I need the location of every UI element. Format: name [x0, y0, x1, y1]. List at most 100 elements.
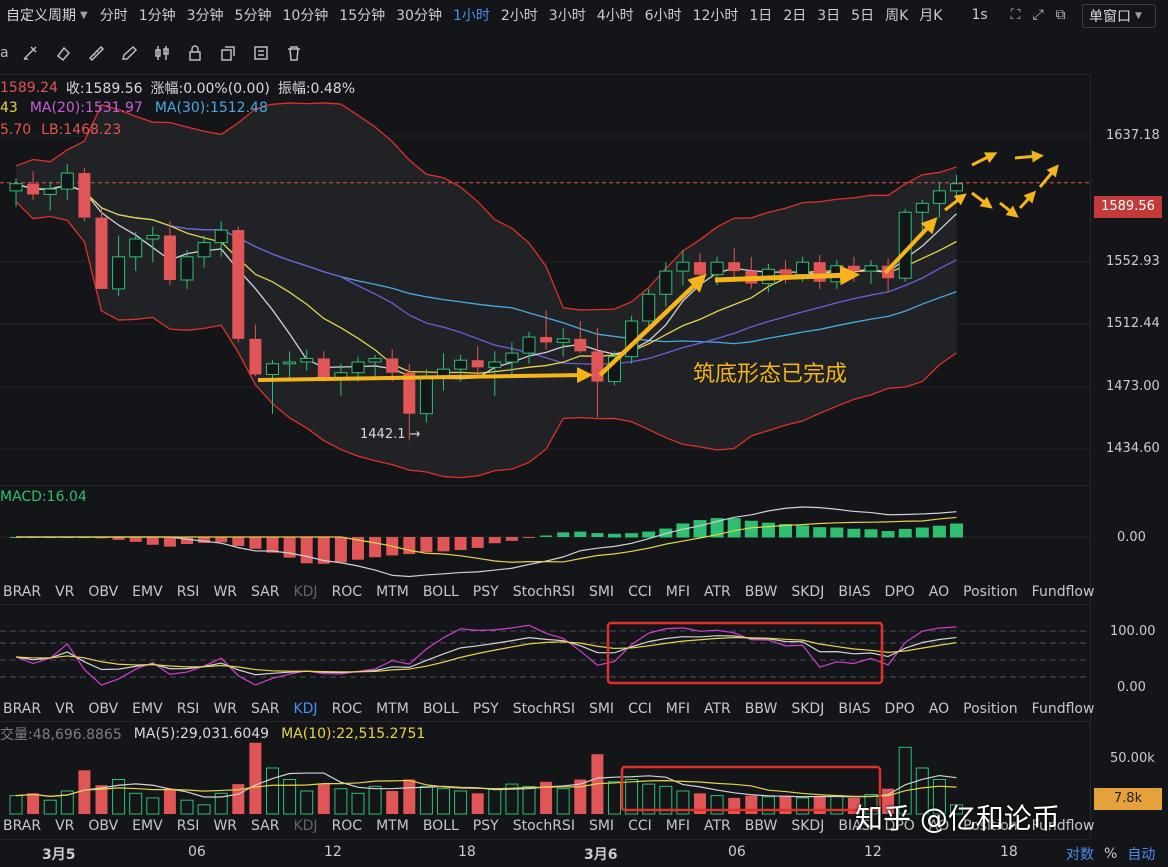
- indicator-tab[interactable]: MFI: [666, 584, 690, 600]
- period-option[interactable]: 10分钟: [282, 5, 328, 25]
- indicator-tab[interactable]: KDJ: [293, 701, 317, 717]
- indicator-tab[interactable]: OBV: [88, 818, 118, 834]
- auto-scale-toggle[interactable]: 自动: [1127, 844, 1155, 864]
- indicator-tab[interactable]: WR: [213, 584, 237, 600]
- indicator-tab[interactable]: VR: [55, 818, 74, 834]
- indicator-tab[interactable]: CCI: [628, 818, 652, 834]
- brush-icon[interactable]: [17, 40, 43, 66]
- ruler-icon[interactable]: [83, 40, 109, 66]
- indicator-tab[interactable]: AO: [929, 584, 949, 600]
- popout-icon[interactable]: ⧉: [1056, 7, 1066, 23]
- indicator-tab[interactable]: RSI: [177, 701, 200, 717]
- indicator-tab[interactable]: BIAS: [838, 584, 870, 600]
- pen-icon[interactable]: [116, 40, 142, 66]
- copy-icon[interactable]: [215, 40, 241, 66]
- indicator-tab[interactable]: PSY: [473, 584, 499, 600]
- period-option[interactable]: 周K: [885, 5, 908, 25]
- kdj-chart[interactable]: [0, 605, 1090, 697]
- indicator-tab[interactable]: RSI: [177, 584, 200, 600]
- indicator-tab[interactable]: ATR: [704, 584, 731, 600]
- period-option[interactable]: 2日: [783, 5, 806, 25]
- indicator-tab[interactable]: KDJ: [293, 818, 317, 834]
- indicator-tab[interactable]: SAR: [251, 818, 279, 834]
- candle-tool-icon[interactable]: [149, 40, 175, 66]
- period-option[interactable]: 5分钟: [235, 5, 272, 25]
- indicator-tab[interactable]: KDJ: [293, 584, 317, 600]
- indicator-tab[interactable]: ATR: [704, 701, 731, 717]
- fullscreen-icon[interactable]: ⛶: [1011, 7, 1021, 23]
- indicator-tab[interactable]: ROC: [332, 701, 363, 717]
- indicator-tab[interactable]: ROC: [332, 584, 363, 600]
- period-option[interactable]: 月K: [919, 5, 942, 25]
- period-option[interactable]: 6小时: [645, 5, 682, 25]
- indicator-tab[interactable]: BRAR: [3, 584, 41, 600]
- period-option[interactable]: 1日: [749, 5, 772, 25]
- indicator-tab[interactable]: EMV: [132, 701, 163, 717]
- indicator-tab[interactable]: Position: [963, 701, 1018, 717]
- indicator-tab[interactable]: BRAR: [3, 818, 41, 834]
- period-option[interactable]: 1分钟: [139, 5, 176, 25]
- indicator-tab[interactable]: SKDJ: [791, 584, 824, 600]
- indicator-tab[interactable]: SMI: [589, 584, 614, 600]
- settings-panel-icon[interactable]: [248, 40, 274, 66]
- eraser-icon[interactable]: [50, 40, 76, 66]
- indicator-tab[interactable]: BBW: [745, 584, 778, 600]
- indicator-tab[interactable]: Position: [963, 584, 1018, 600]
- indicator-tab[interactable]: BOLL: [423, 818, 459, 834]
- indicator-tab[interactable]: MFI: [666, 818, 690, 834]
- indicator-tab[interactable]: SKDJ: [791, 818, 824, 834]
- indicator-tab[interactable]: OBV: [88, 701, 118, 717]
- indicator-tab[interactable]: VR: [55, 701, 74, 717]
- indicator-tab[interactable]: DPO: [885, 701, 915, 717]
- indicator-tab[interactable]: MTM: [376, 818, 409, 834]
- percent-toggle[interactable]: %: [1104, 846, 1117, 862]
- indicator-tab[interactable]: ROC: [332, 818, 363, 834]
- expand-icon[interactable]: ⤢: [1032, 7, 1043, 23]
- lock-icon[interactable]: [182, 40, 208, 66]
- indicator-tab[interactable]: BBW: [745, 818, 778, 834]
- indicator-tab[interactable]: RSI: [177, 818, 200, 834]
- window-select[interactable]: 单窗口 ▼: [1082, 4, 1156, 28]
- indicator-tab[interactable]: SKDJ: [791, 701, 824, 717]
- indicator-tab[interactable]: ATR: [704, 818, 731, 834]
- period-option[interactable]: 2小时: [501, 5, 538, 25]
- macd-chart[interactable]: [0, 486, 1090, 578]
- period-option[interactable]: 3日: [817, 5, 840, 25]
- indicator-tab[interactable]: Fundflow: [1032, 701, 1095, 717]
- trash-icon[interactable]: [281, 40, 307, 66]
- indicator-tab[interactable]: SAR: [251, 584, 279, 600]
- indicator-tab[interactable]: BRAR: [3, 701, 41, 717]
- period-option[interactable]: 12小时: [693, 5, 739, 25]
- indicator-tab[interactable]: StochRSI: [513, 584, 575, 600]
- indicator-tab[interactable]: OBV: [88, 584, 118, 600]
- log-scale-toggle[interactable]: 对数: [1066, 844, 1094, 864]
- text-tool-icon[interactable]: a: [0, 45, 9, 61]
- indicator-tab[interactable]: SMI: [589, 818, 614, 834]
- period-option[interactable]: 3小时: [549, 5, 586, 25]
- indicator-tab[interactable]: BBW: [745, 701, 778, 717]
- custom-period-dropdown[interactable]: 自定义周期 ▼: [6, 5, 88, 25]
- indicator-tab[interactable]: BOLL: [423, 584, 459, 600]
- indicator-tab[interactable]: MTM: [376, 701, 409, 717]
- indicator-tab[interactable]: AO: [929, 701, 949, 717]
- candlestick-chart[interactable]: [0, 75, 1090, 485]
- period-option[interactable]: 1小时: [453, 5, 490, 25]
- indicator-tab[interactable]: DPO: [885, 584, 915, 600]
- indicator-tab[interactable]: PSY: [473, 701, 499, 717]
- indicator-tab[interactable]: StochRSI: [513, 701, 575, 717]
- period-option[interactable]: 分时: [100, 5, 128, 25]
- period-option[interactable]: 5日: [851, 5, 874, 25]
- indicator-tab[interactable]: PSY: [473, 818, 499, 834]
- indicator-tab[interactable]: StochRSI: [513, 818, 575, 834]
- indicator-tab[interactable]: MFI: [666, 701, 690, 717]
- indicator-tab[interactable]: SMI: [589, 701, 614, 717]
- indicator-tab[interactable]: CCI: [628, 584, 652, 600]
- indicator-tab[interactable]: BIAS: [838, 701, 870, 717]
- indicator-tab[interactable]: Fundflow: [1032, 584, 1095, 600]
- seconds-period[interactable]: 1s: [971, 7, 987, 23]
- indicator-tab[interactable]: WR: [213, 818, 237, 834]
- period-option[interactable]: 3分钟: [187, 5, 224, 25]
- indicator-tab[interactable]: VR: [55, 584, 74, 600]
- period-option[interactable]: 4小时: [597, 5, 634, 25]
- indicator-tab[interactable]: MTM: [376, 584, 409, 600]
